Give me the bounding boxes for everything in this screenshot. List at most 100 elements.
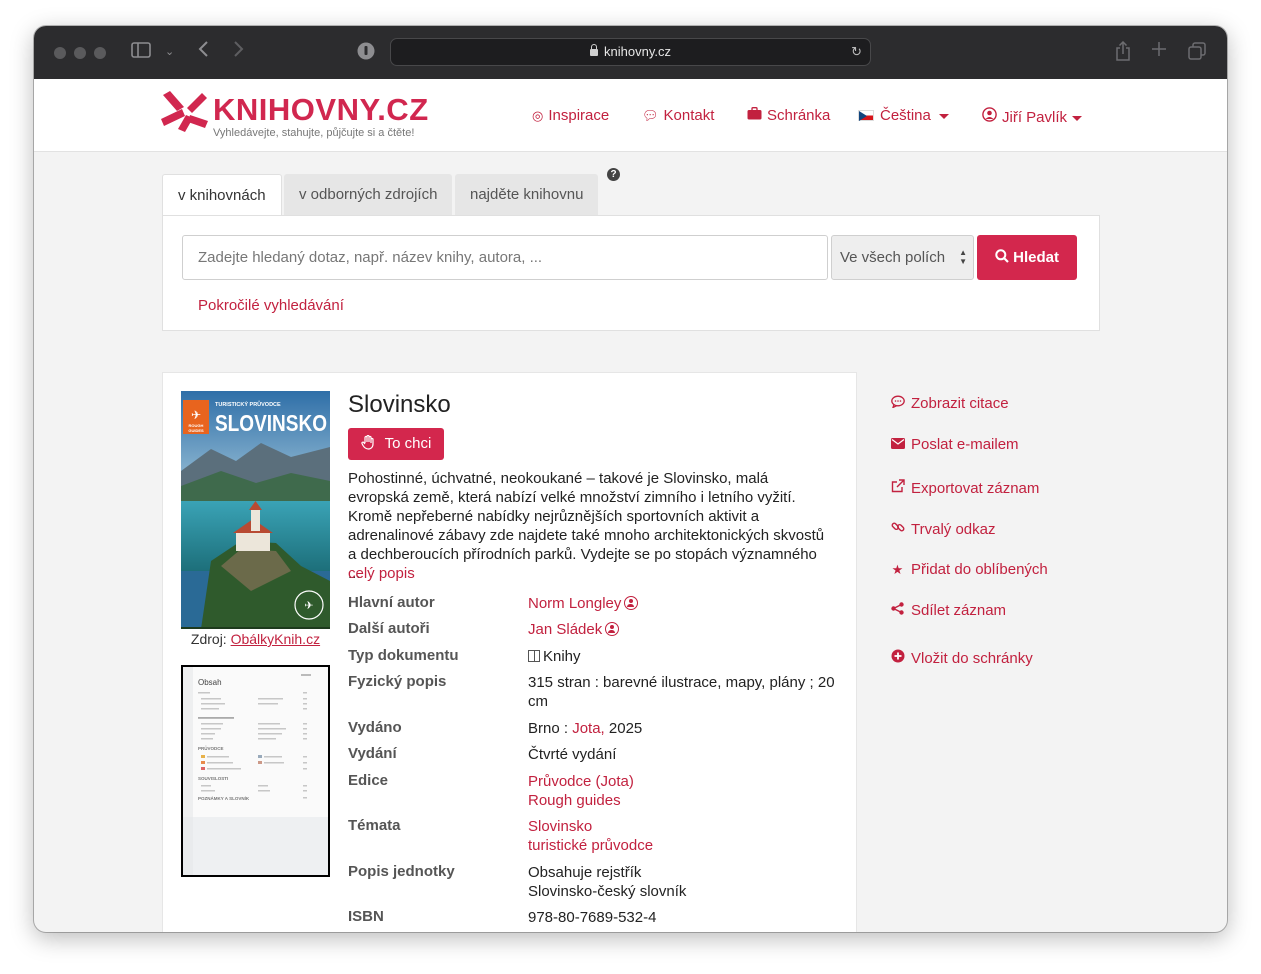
nav-inspirace[interactable]: ◎ Inspirace	[532, 107, 609, 125]
other-authors-label: Další autoři	[348, 620, 430, 637]
topics-value: Slovinsko turistické průvodce	[528, 817, 838, 855]
unit-description-value: Obsahuje rejstřík Slovinsko-český slovní…	[528, 864, 687, 900]
cover-source-link[interactable]: ObálkyKnih.cz	[231, 631, 320, 647]
send-email-link[interactable]: Poslat e-mailem	[890, 436, 1019, 453]
search-field-select[interactable]: Ve všech polích ▲ ▼	[831, 235, 974, 280]
toc-section-1: PRŮVODCE	[198, 744, 224, 751]
publisher-link[interactable]: Jota,	[572, 720, 605, 737]
envelope-icon	[890, 437, 905, 452]
document-type-value: Knihy	[528, 647, 838, 666]
svg-text:✈: ✈	[191, 408, 201, 422]
main-author-value: Norm Longley	[528, 594, 838, 613]
cover-title: SLOVINSKO	[215, 410, 327, 436]
tab-v-odbornych-zdrojich[interactable]: v odborných zdrojích	[284, 174, 453, 215]
to-chci-button[interactable]: To chci	[348, 428, 444, 460]
tab-overview-icon[interactable]	[1188, 42, 1206, 64]
edition-value: Čtvrté vydání	[528, 746, 617, 763]
physical-description-value: 315 stran : barevné ilustrace, mapy, plá…	[528, 674, 835, 710]
external-link-icon	[890, 479, 905, 496]
new-tab-icon[interactable]	[1151, 40, 1167, 60]
topic-link[interactable]: Slovinsko	[528, 817, 838, 836]
export-record-link[interactable]: Exportovat záznam	[890, 479, 1039, 497]
cover-badge-bottom: GUIDES	[188, 428, 204, 433]
topics-label: Témata	[348, 817, 401, 834]
person-icon[interactable]	[624, 596, 639, 610]
show-citations-link[interactable]: Zobrazit citace	[890, 395, 1009, 412]
compass-icon: ◎	[532, 108, 544, 123]
series-link[interactable]: Rough guides	[528, 791, 838, 810]
forward-icon[interactable]	[233, 40, 245, 62]
chevron-down-icon[interactable]: ⌄	[165, 42, 174, 62]
select-arrows-icon: ▲ ▼	[959, 248, 967, 266]
close-window-button[interactable]	[54, 47, 66, 59]
share-nodes-icon	[890, 602, 905, 618]
record-panel: ✈ ROUGH GUIDES TURISTICKÝ PRŮVODCE SLOVI…	[162, 372, 857, 932]
published-value: Brno : Jota, 2025	[528, 720, 643, 737]
minimize-window-button[interactable]	[74, 47, 86, 59]
published-label: Vydáno	[348, 719, 402, 736]
back-icon[interactable]	[197, 40, 209, 62]
permalink-link[interactable]: Trvalý odkaz	[890, 520, 995, 538]
person-icon[interactable]	[605, 622, 620, 636]
nav-kontakt[interactable]: 💬︎ Kontakt	[642, 107, 714, 125]
browser-window: ⌄ knihovny.cz ↻ KNIHOVNY.CZ Vyhledávejte…	[34, 26, 1227, 932]
czech-flag-icon	[858, 110, 874, 121]
caret-down-icon	[938, 113, 949, 119]
user-menu[interactable]: Jiří Pavlík	[982, 107, 1083, 127]
book-icon	[528, 650, 540, 662]
edition-label: Vydání	[348, 745, 397, 762]
isbn-value: 978-80-7689-532-4	[528, 909, 657, 926]
comment-icon	[890, 395, 905, 411]
nav-schranka[interactable]: Schránka	[747, 107, 830, 125]
knihovny-logo-icon[interactable]	[160, 89, 210, 133]
site-header: KNIHOVNY.CZ Vyhledávejte, stahujte, půjč…	[34, 79, 1227, 152]
star-icon: ★	[891, 562, 904, 577]
record-description: Pohostinné, úchvatné, neokoukané – takov…	[348, 470, 825, 582]
other-authors-value: Jan Sládek	[528, 620, 838, 639]
search-input[interactable]	[182, 235, 828, 280]
reload-icon[interactable]: ↻	[851, 39, 862, 65]
record-title: Slovinsko	[348, 391, 451, 418]
share-record-link[interactable]: Sdílet záznam	[890, 602, 1006, 619]
isbn-label: ISBN	[348, 908, 384, 925]
maximize-window-button[interactable]	[94, 47, 106, 59]
topic-link[interactable]: turistické průvodce	[528, 836, 838, 855]
tab-v-knihovnach[interactable]: v knihovnách	[162, 174, 282, 216]
series-link[interactable]: Průvodce (Jota)	[528, 772, 838, 791]
add-to-clipboard-link[interactable]: Vložit do schránky	[890, 649, 1033, 667]
table-of-contents-image[interactable]: Obsah PRŮVODCE SOUVISLOSTI POZNÁMKY A SL…	[181, 665, 330, 877]
main-author-link[interactable]: Norm Longley	[528, 595, 621, 612]
logo-text[interactable]: KNIHOVNY.CZ	[213, 92, 429, 128]
search-icon	[995, 249, 1013, 266]
tab-najdete-knihovnu[interactable]: najděte knihovnu	[455, 174, 599, 215]
series-value: Průvodce (Jota) Rough guides	[528, 772, 838, 810]
user-circle-icon	[982, 107, 997, 127]
lock-icon	[590, 44, 599, 56]
toc-section-2: SOUVISLOSTI	[198, 776, 228, 781]
advanced-search-link[interactable]: Pokročilé vyhledávání	[198, 297, 344, 314]
toc-heading: Obsah	[198, 678, 222, 687]
address-bar[interactable]: knihovny.cz ↻	[390, 38, 871, 66]
main-author-label: Hlavní autor	[348, 594, 435, 611]
search-button[interactable]: Hledat	[977, 235, 1077, 280]
url-text: knihovny.cz	[604, 44, 671, 59]
physical-description-label: Fyzický popis	[348, 673, 447, 690]
help-icon[interactable]: ?	[607, 168, 620, 181]
document-type-label: Typ dokumentu	[348, 647, 459, 664]
hand-icon	[361, 434, 385, 452]
cover-series: TURISTICKÝ PRŮVODCE	[215, 400, 281, 408]
sidebar-toggle-icon[interactable]	[131, 42, 151, 62]
other-author-link[interactable]: Jan Sládek	[528, 621, 602, 638]
search-panel: Ve všech polích ▲▼ Hledat Pokročilé vyhl…	[162, 215, 1100, 331]
add-to-favorites-link[interactable]: ★ Přidat do oblíbených	[890, 561, 1048, 578]
toc-section-3: POZNÁMKY A SLOVNÍK	[198, 794, 250, 801]
book-cover-image[interactable]: ✈ ROUGH GUIDES TURISTICKÝ PRŮVODCE SLOVI…	[181, 391, 330, 629]
cover-source: Zdroj: ObálkyKnih.cz	[190, 631, 321, 647]
language-selector[interactable]: Čeština	[858, 107, 949, 125]
privacy-report-icon[interactable]	[357, 42, 375, 64]
full-description-link[interactable]: celý popis	[348, 565, 415, 582]
share-icon[interactable]	[1115, 40, 1131, 65]
logo-tagline: Vyhledávejte, stahujte, půjčujte si a čt…	[213, 127, 415, 139]
chat-icon: 💬︎	[642, 108, 659, 123]
link-icon	[890, 520, 905, 537]
